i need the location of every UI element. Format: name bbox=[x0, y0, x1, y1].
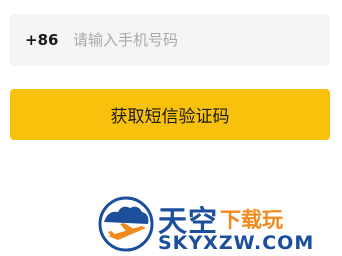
airplane-cloud-logo-icon bbox=[98, 196, 154, 252]
watermark-url: SKYXZW.COM bbox=[158, 232, 315, 254]
watermark-subtitle: 下载玩 bbox=[220, 208, 283, 232]
phone-number-input[interactable] bbox=[70, 14, 330, 66]
country-code[interactable]: +86 bbox=[25, 31, 70, 49]
get-sms-code-button[interactable]: 获取短信验证码 bbox=[10, 89, 330, 140]
site-watermark: 天空 下载玩 SKYXZW.COM bbox=[98, 196, 342, 256]
login-page: +86 获取短信验证码 天空 下载玩 SKYXZW.COM bbox=[0, 0, 342, 256]
phone-field-row: +86 bbox=[10, 14, 330, 66]
